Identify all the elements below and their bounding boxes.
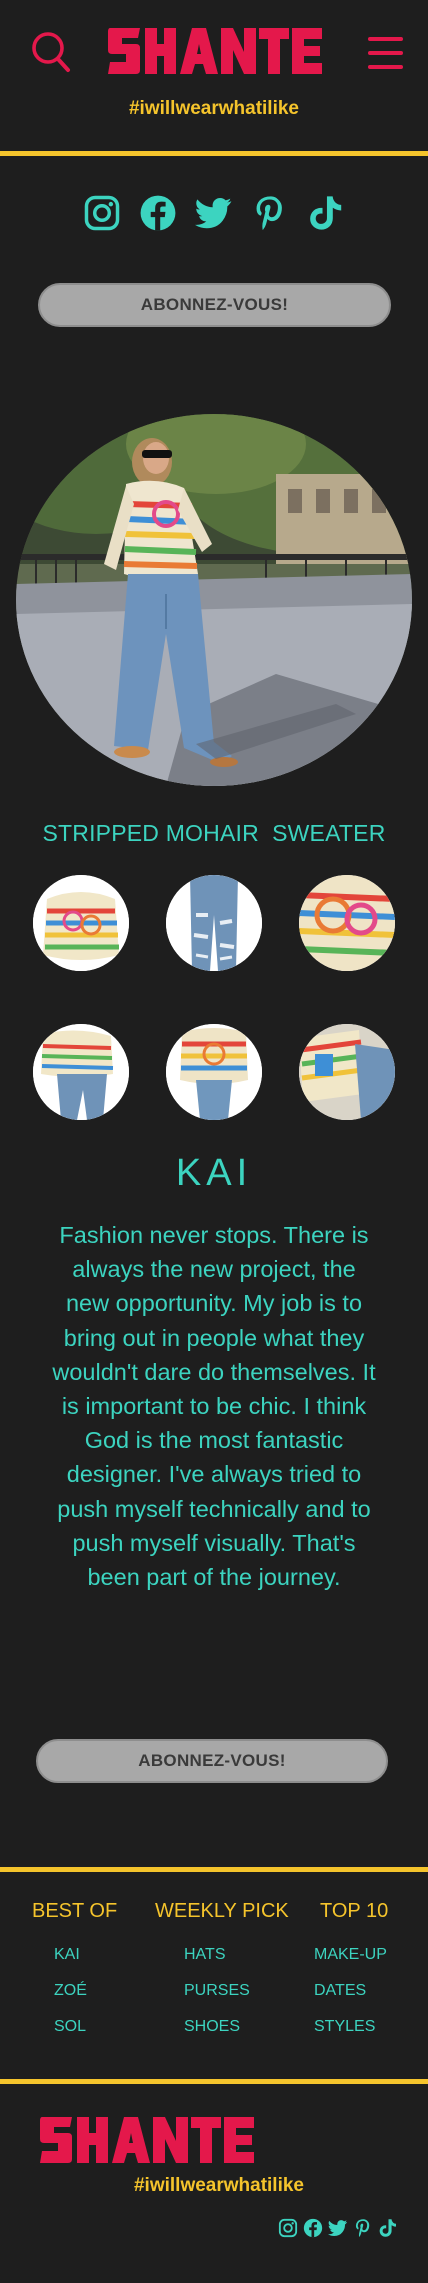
footer-social-links [278,2218,398,2238]
footer-column-top-10: TOP 10 MAKE-UP DATES STYLES [314,1900,388,2035]
facebook-icon[interactable] [303,2218,323,2238]
footer-divider-top [0,1867,428,1872]
footer-link[interactable]: HATS [184,1946,225,1964]
gallery-thumb-jeans-back[interactable] [166,875,262,971]
footer-link[interactable]: SOL [54,2018,86,2036]
pinterest-icon[interactable] [251,194,289,232]
footer-column-best-of: BEST OF KAI ZOÉ SOL [32,1900,117,2035]
facebook-icon[interactable] [139,194,177,232]
footer-brand-logo[interactable] [40,2113,254,2167]
gallery-thumb-sweater-folded[interactable] [166,1024,262,1120]
pinterest-icon[interactable] [353,2218,373,2238]
footer-link[interactable]: DATES [314,1982,366,2000]
site-header: #iwillwearwhatilike [0,0,428,152]
footer-link[interactable]: KAI [54,1946,80,1964]
search-icon[interactable] [30,30,72,74]
footer-link[interactable]: PURSES [184,1982,250,2000]
instagram-icon[interactable] [83,194,121,232]
footer-link[interactable]: SHOES [184,2018,240,2036]
brand-logo[interactable] [108,24,322,78]
gallery-thumb-sweater-detail[interactable] [299,875,395,971]
footer-heading[interactable]: WEEKLY PICK [155,1900,289,1923]
designer-quote: Fashion never stops. There is always the… [52,1222,376,1591]
designer-name: KAI [175,1152,253,1194]
header-divider [0,151,428,156]
footer-link[interactable]: ZOÉ [54,1982,87,2000]
footer-link[interactable]: STYLES [314,2018,375,2036]
subscribe-button-bottom[interactable]: ABONNEZ-VOUS! [36,1739,388,1783]
gallery-thumb-sweater-front[interactable] [33,875,129,971]
hamburger-menu-icon[interactable] [366,34,406,72]
footer-divider-bottom [0,2079,428,2084]
footer-heading[interactable]: TOP 10 [320,1900,388,1923]
twitter-icon[interactable] [195,194,233,232]
footer-link[interactable]: MAKE-UP [314,1946,387,1964]
twitter-icon[interactable] [328,2218,348,2238]
product-title: STRIPPED MOHAIR SWEATER [42,820,386,846]
subscribe-button-top[interactable]: ABONNEZ-VOUS! [38,283,391,327]
footer-column-weekly-pick: WEEKLY PICK HATS PURSES SHOES [155,1900,289,2035]
instagram-icon[interactable] [278,2218,298,2238]
gallery-thumb-sweater-outfit-flatlay[interactable] [299,1024,395,1120]
brand-tagline: #iwillwearwhatilike [128,98,300,119]
gallery-thumb-sweater-with-jeans[interactable] [33,1024,129,1120]
footer-heading[interactable]: BEST OF [32,1900,117,1923]
hero-image [16,414,412,786]
footer-nav: BEST OF KAI ZOÉ SOL WEEKLY PICK HATS PUR… [0,1900,428,2070]
footer-tagline: #iwillwearwhatilike [133,2175,305,2196]
tiktok-icon[interactable] [378,2218,398,2238]
tiktok-icon[interactable] [307,194,345,232]
social-links [0,194,428,232]
